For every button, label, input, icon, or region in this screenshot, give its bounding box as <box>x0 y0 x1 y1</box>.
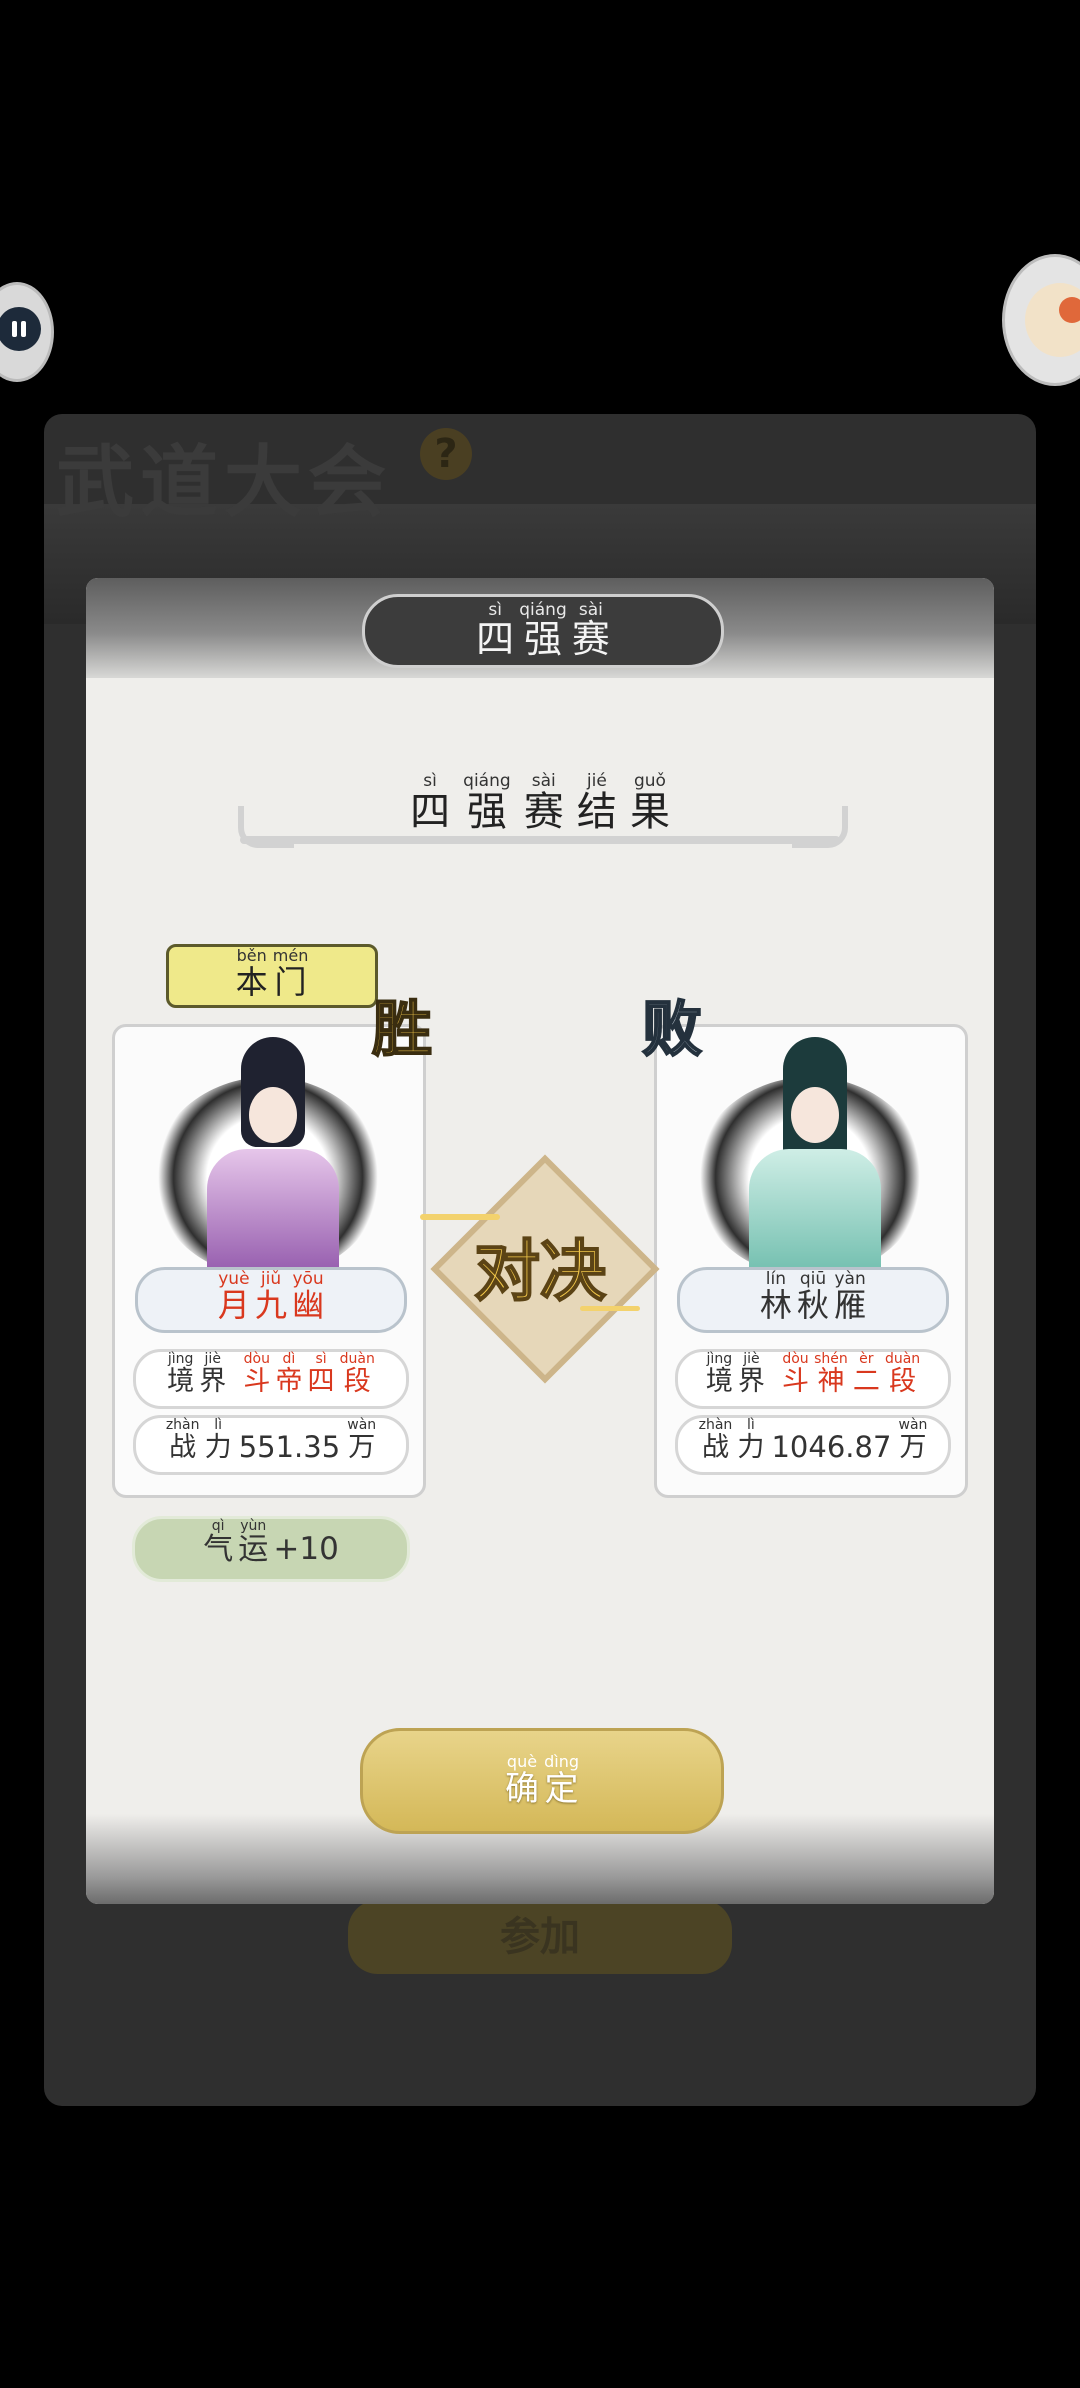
luck-value: +10 <box>273 1531 339 1567</box>
result-heading: sì 四 qiáng 强 sài 赛 jié 结 guǒ 果 <box>410 771 670 835</box>
fighter-card-left: yuè 月 jiǔ 九 yōu 幽 jìng 境 jiè 界 dòu 斗 dì 帝 sì 四 d… <box>112 1024 426 1498</box>
dialog-title: sì 四 qiáng 强 sài 赛 <box>362 594 724 668</box>
fighter-card-right: lín 林 qiū 秋 yàn 雁 jìng 境 jiè 界 dòu 斗 shén 神 èr 二… <box>654 1024 968 1498</box>
power-value-right: 1046.87 <box>771 1430 892 1464</box>
pause-button[interactable] <box>0 282 54 382</box>
realm-row-right: jìng 境 jiè 界 dòu 斗 shén 神 èr 二 duàn 段 <box>675 1349 951 1409</box>
power-row-left: zhàn 战 lì 力 551.35 wàn 万 <box>133 1415 409 1475</box>
join-label: 参加 <box>500 1914 580 1960</box>
luck-reward: qì 气 yùn 运 +10 <box>132 1516 410 1582</box>
versus-label: 对决 <box>473 1231 607 1311</box>
power-value-left: 551.35 <box>238 1430 341 1464</box>
power-row-right: zhàn 战 lì 力 1046.87 wàn 万 <box>675 1415 951 1475</box>
our-sect-tag: běn 本 mén 门 <box>166 944 378 1008</box>
pet-avatar-button[interactable] <box>1002 254 1080 386</box>
join-button: 参加 <box>348 1900 732 1974</box>
help-icon[interactable]: ? <box>420 428 472 480</box>
confirm-button[interactable]: què 确 dìng 定 <box>360 1728 724 1834</box>
pause-icon <box>0 307 41 351</box>
tournament-title: 武道大会 <box>56 437 393 528</box>
fighter-portrait-right <box>687 1037 933 1289</box>
fighter-portrait-left <box>145 1037 391 1289</box>
defeat-badge: 败 <box>641 994 703 1066</box>
fighter-name-left: yuè 月 jiǔ 九 yōu 幽 <box>135 1267 407 1333</box>
victory-badge: 胜 <box>371 994 433 1066</box>
fighter-name-right: lín 林 qiū 秋 yàn 雁 <box>677 1267 949 1333</box>
realm-row-left: jìng 境 jiè 界 dòu 斗 dì 帝 sì 四 duàn 段 <box>133 1349 409 1409</box>
